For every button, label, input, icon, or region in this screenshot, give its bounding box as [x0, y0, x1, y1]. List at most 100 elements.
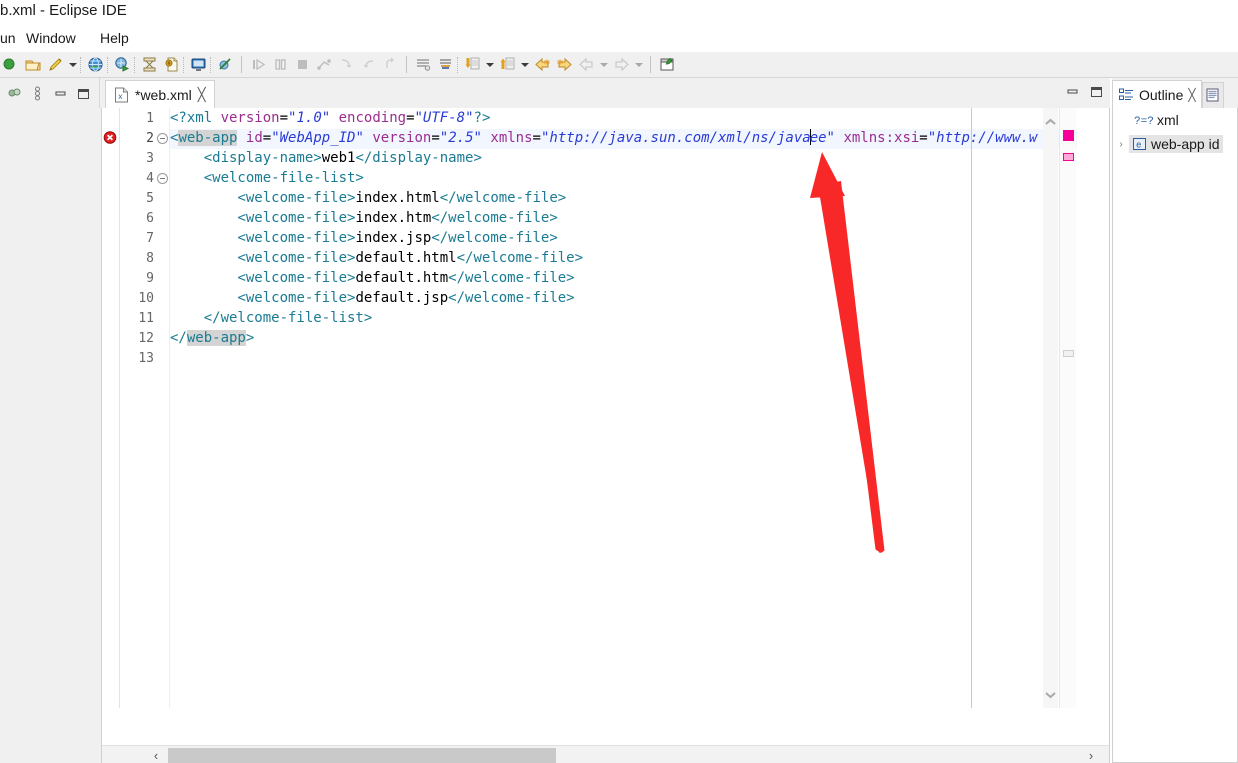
line-number: 12: [138, 331, 154, 346]
line-number-ruler: 1 2 3 4 5 6 7 8 9 10 11 12 13: [120, 108, 156, 708]
link-with-editor-icon[interactable]: [6, 85, 22, 101]
code-token: ee": [809, 130, 835, 146]
deployment-descriptor-icon[interactable]: [138, 54, 160, 76]
save-pen-icon[interactable]: [44, 54, 66, 76]
new-window-icon[interactable]: [656, 54, 678, 76]
scroll-left-icon[interactable]: ‹: [144, 746, 168, 763]
code-token: </welcome-file>: [439, 190, 567, 206]
generate-artifact-icon[interactable]: [160, 54, 182, 76]
outline-item-xml[interactable]: ?=? xml: [1113, 108, 1237, 132]
svg-text:x: x: [118, 93, 123, 102]
menu-window[interactable]: Window: [22, 28, 80, 48]
code-line[interactable]: <web-app id="WebApp_ID" version="2.5" xm…: [170, 128, 1037, 148]
editor-tab-web-xml[interactable]: x *web.xml ╳: [105, 80, 215, 108]
vertical-scrollbar[interactable]: [1043, 108, 1058, 708]
line-number: 4: [146, 171, 154, 186]
forward-dropdown-arrow: [632, 54, 645, 76]
editor-area: x *web.xml ╳ 1 2 3 4 5 6 7 8 9 10 11 12 …: [0, 78, 1110, 763]
new-java-package-icon[interactable]: [434, 54, 456, 76]
code-line[interactable]: <welcome-file>index.htm</welcome-file>: [237, 208, 557, 228]
maximize-icon[interactable]: [1089, 84, 1104, 99]
tab-properties[interactable]: [1201, 82, 1224, 108]
web-browser-icon[interactable]: [84, 54, 106, 76]
editor-window-controls: [1065, 84, 1104, 99]
toolbar-dropdown-arrow[interactable]: [66, 54, 79, 76]
code-line[interactable]: </welcome-file-list>: [204, 308, 373, 328]
open-folder-icon[interactable]: [22, 54, 44, 76]
line-number: 13: [138, 351, 154, 366]
code-token: encoding: [338, 110, 407, 126]
code-line[interactable]: <display-name>web1</display-name>: [204, 148, 482, 168]
import-icon[interactable]: [461, 54, 483, 76]
menu-help[interactable]: Help: [96, 28, 133, 48]
scroll-right-icon[interactable]: ›: [1079, 746, 1103, 763]
scroll-up-icon[interactable]: [1043, 114, 1058, 129]
resume-icon: [247, 54, 269, 76]
menu-run[interactable]: un: [0, 28, 20, 48]
code-line[interactable]: <welcome-file>index.html</welcome-file>: [237, 188, 566, 208]
code-line[interactable]: <welcome-file>default.html</welcome-file…: [237, 248, 583, 268]
editor-tab-row: x *web.xml ╳: [101, 78, 1110, 108]
code-token: index.jsp: [355, 230, 432, 246]
previous-annotation-icon[interactable]: [531, 54, 553, 76]
code-token: xmlns:xsi: [843, 130, 920, 146]
source-code-pane[interactable]: 1 2 3 4 5 6 7 8 9 10 11 12 13 <?xml version="1.0" en…: [102, 108, 1077, 708]
open-console-icon[interactable]: [187, 54, 209, 76]
eclipse-ide-window: b.xml - Eclipse IDE un Window Help x *we…: [0, 0, 1238, 763]
code-token: web-app: [186, 330, 246, 346]
code-token: </welcome-file>: [448, 270, 575, 286]
export-dropdown-arrow[interactable]: [518, 54, 531, 76]
line-number: 6: [146, 211, 154, 226]
skip-breakpoints-icon[interactable]: [214, 54, 236, 76]
code-text[interactable]: <?xml version="1.0" encoding="UTF-8"?> <w…: [170, 108, 1077, 708]
horizontal-scroll-thumb[interactable]: [168, 748, 556, 763]
line-number: 8: [146, 251, 154, 266]
overview-scroll-mark[interactable]: [1063, 350, 1074, 357]
code-token: "http://www.w: [927, 130, 1038, 146]
line-number: 10: [138, 291, 154, 306]
scroll-down-icon[interactable]: [1043, 687, 1058, 702]
outline-tree[interactable]: ?=? xml › e web-app id: [1112, 108, 1238, 763]
overview-error-mark[interactable]: [1063, 130, 1074, 141]
new-java-class-icon[interactable]: [412, 54, 434, 76]
code-token: <display-name>: [203, 150, 322, 166]
folding-ruler[interactable]: [156, 108, 170, 708]
maximize-icon[interactable]: [75, 85, 91, 101]
suspend-icon: [269, 54, 291, 76]
fold-collapse-icon[interactable]: [157, 133, 168, 144]
code-line[interactable]: <welcome-file>default.jsp</welcome-file>: [237, 288, 574, 308]
outline-item-web-app[interactable]: › e web-app id: [1113, 132, 1237, 156]
code-line[interactable]: <welcome-file-list>: [204, 168, 364, 188]
line-number: 5: [146, 191, 154, 206]
minimize-icon[interactable]: [1065, 84, 1080, 99]
close-icon[interactable]: ╳: [198, 88, 206, 101]
new-wizard-icon[interactable]: [0, 54, 22, 76]
code-token: =: [431, 130, 440, 146]
chevron-right-icon[interactable]: ›: [1113, 139, 1129, 150]
overview-occurrence-mark[interactable]: [1063, 153, 1074, 161]
back-dropdown-arrow: [597, 54, 610, 76]
left-view-header: [0, 78, 100, 108]
toolbar-separator: [134, 56, 137, 73]
view-menu-icon[interactable]: [29, 85, 45, 101]
next-annotation-icon[interactable]: [553, 54, 575, 76]
code-token: "http://java.sun.com/xml/ns/java: [540, 130, 811, 146]
code-line[interactable]: <welcome-file>index.jsp</welcome-file>: [237, 228, 557, 248]
minimize-icon[interactable]: [52, 85, 68, 101]
fold-collapse-icon[interactable]: [157, 173, 168, 184]
line-number: 7: [146, 231, 154, 246]
run-on-server-icon[interactable]: [111, 54, 133, 76]
toolbar-separator: [241, 56, 242, 73]
code-line[interactable]: </web-app>: [170, 328, 254, 348]
overview-ruler[interactable]: [1059, 108, 1076, 708]
code-line[interactable]: <welcome-file>default.htm</welcome-file>: [237, 268, 574, 288]
code-line[interactable]: <?xml version="1.0" encoding="UTF-8"?>: [170, 108, 490, 128]
toolbar-separator: [406, 56, 407, 73]
export-icon[interactable]: [496, 54, 518, 76]
horizontal-scrollbar[interactable]: ‹ ›: [102, 745, 1109, 763]
import-dropdown-arrow[interactable]: [483, 54, 496, 76]
tab-outline[interactable]: Outline ╳: [1112, 80, 1202, 108]
annotation-ruler[interactable]: [102, 108, 120, 708]
error-marker-icon[interactable]: [103, 131, 118, 146]
close-icon[interactable]: ╳: [1188, 88, 1195, 102]
